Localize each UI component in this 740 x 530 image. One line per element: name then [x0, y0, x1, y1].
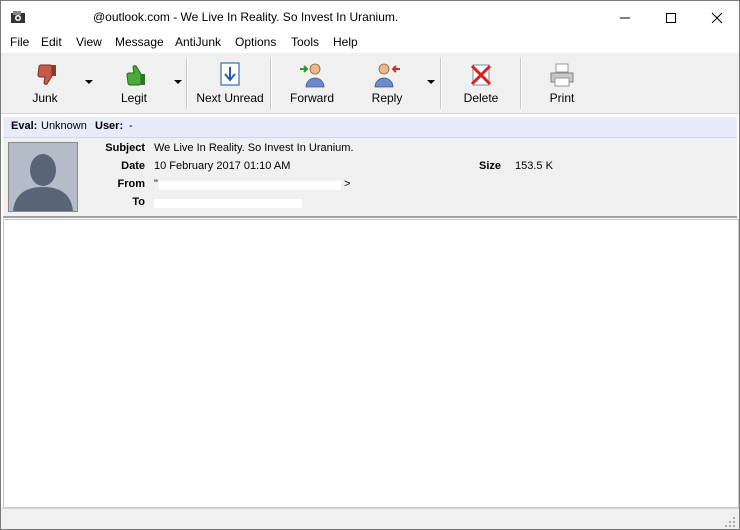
subject-label: Subject	[105, 142, 145, 154]
redacted-address	[35, 11, 93, 24]
thumbs-up-icon	[126, 65, 145, 86]
legit-button[interactable]: Legit	[101, 55, 167, 109]
avatar	[8, 142, 78, 212]
to-label: To	[132, 196, 145, 208]
forward-icon	[300, 63, 325, 88]
next-unread-button[interactable]: Next Unread	[193, 55, 267, 109]
date-label: Date	[121, 160, 145, 172]
resize-grip-icon[interactable]	[724, 516, 736, 528]
menu-help[interactable]: Help	[333, 35, 358, 49]
from-value-end: >	[344, 178, 351, 190]
menu-bar: File Edit View Message AntiJunk Options …	[1, 33, 739, 53]
next-unread-label: Next Unread	[196, 91, 264, 105]
from-label: From	[117, 178, 146, 190]
next-unread-icon	[220, 62, 240, 86]
menu-antijunk[interactable]: AntiJunk	[175, 35, 221, 49]
message-header: Subject We Live In Reality. So Invest In…	[3, 138, 737, 218]
toolbar-separator	[440, 57, 442, 109]
toolbar-separator	[186, 57, 188, 109]
app-icon	[11, 11, 25, 23]
forward-button[interactable]: Forward	[281, 55, 343, 109]
person-silhouette-icon	[9, 143, 77, 211]
from-value-start: "	[154, 178, 158, 190]
size-label: Size	[478, 160, 501, 172]
mail-window: @outlook.com - We Live In Reality. So In…	[0, 0, 740, 530]
redacted-to	[154, 199, 302, 208]
user-label: User:	[95, 120, 124, 132]
delete-button[interactable]: Delete	[451, 55, 511, 109]
print-label: Print	[549, 91, 575, 105]
menu-edit[interactable]: Edit	[41, 35, 62, 49]
minimize-button[interactable]	[602, 1, 648, 33]
eval-bar: Eval: Unknown User: -	[3, 117, 737, 138]
delete-icon	[470, 64, 492, 86]
subject-value: We Live In Reality. So Invest In Uranium…	[154, 142, 354, 154]
maximize-button[interactable]	[648, 1, 694, 33]
window-title-text: @outlook.com - We Live In Reality. So In…	[93, 10, 399, 24]
eval-value: Unknown	[41, 120, 87, 132]
thumbs-down-icon	[37, 64, 56, 85]
size-value: 153.5 K	[515, 160, 553, 172]
legit-dropdown-icon[interactable]	[173, 77, 183, 87]
close-button[interactable]	[694, 1, 739, 33]
menu-tools[interactable]: Tools	[291, 35, 319, 49]
maximize-icon	[666, 12, 676, 23]
message-body[interactable]	[3, 219, 739, 508]
toolbar-separator	[520, 57, 522, 109]
menu-message[interactable]: Message	[115, 35, 164, 49]
redacted-from	[159, 181, 341, 190]
junk-button[interactable]: Junk	[13, 55, 77, 109]
print-button[interactable]: Print	[532, 55, 592, 109]
date-value: 10 February 2017 01:10 AM	[154, 160, 291, 172]
menu-options[interactable]: Options	[235, 35, 276, 49]
printer-icon	[550, 63, 574, 87]
junk-dropdown-icon[interactable]	[84, 77, 94, 87]
legit-label: Legit	[120, 91, 148, 105]
reply-label: Reply	[371, 91, 403, 105]
close-icon	[711, 12, 723, 24]
reply-dropdown-icon[interactable]	[426, 77, 436, 87]
title-bar: @outlook.com - We Live In Reality. So In…	[1, 1, 739, 33]
status-bar	[1, 508, 739, 529]
menu-file[interactable]: File	[10, 35, 29, 49]
reply-button[interactable]: Reply	[357, 55, 417, 109]
eval-label: Eval:	[11, 120, 38, 132]
window-title: @outlook.com - We Live In Reality. So In…	[35, 10, 398, 24]
junk-label: Junk	[32, 91, 58, 105]
minimize-icon	[620, 17, 630, 19]
forward-label: Forward	[289, 91, 334, 105]
menu-view[interactable]: View	[76, 35, 102, 49]
reply-icon	[374, 63, 400, 88]
toolbar-separator	[270, 57, 272, 109]
user-value: -	[129, 120, 133, 132]
toolbar: Junk Legit Next Unread Forward Reply Del…	[1, 53, 739, 114]
delete-label: Delete	[463, 91, 499, 105]
